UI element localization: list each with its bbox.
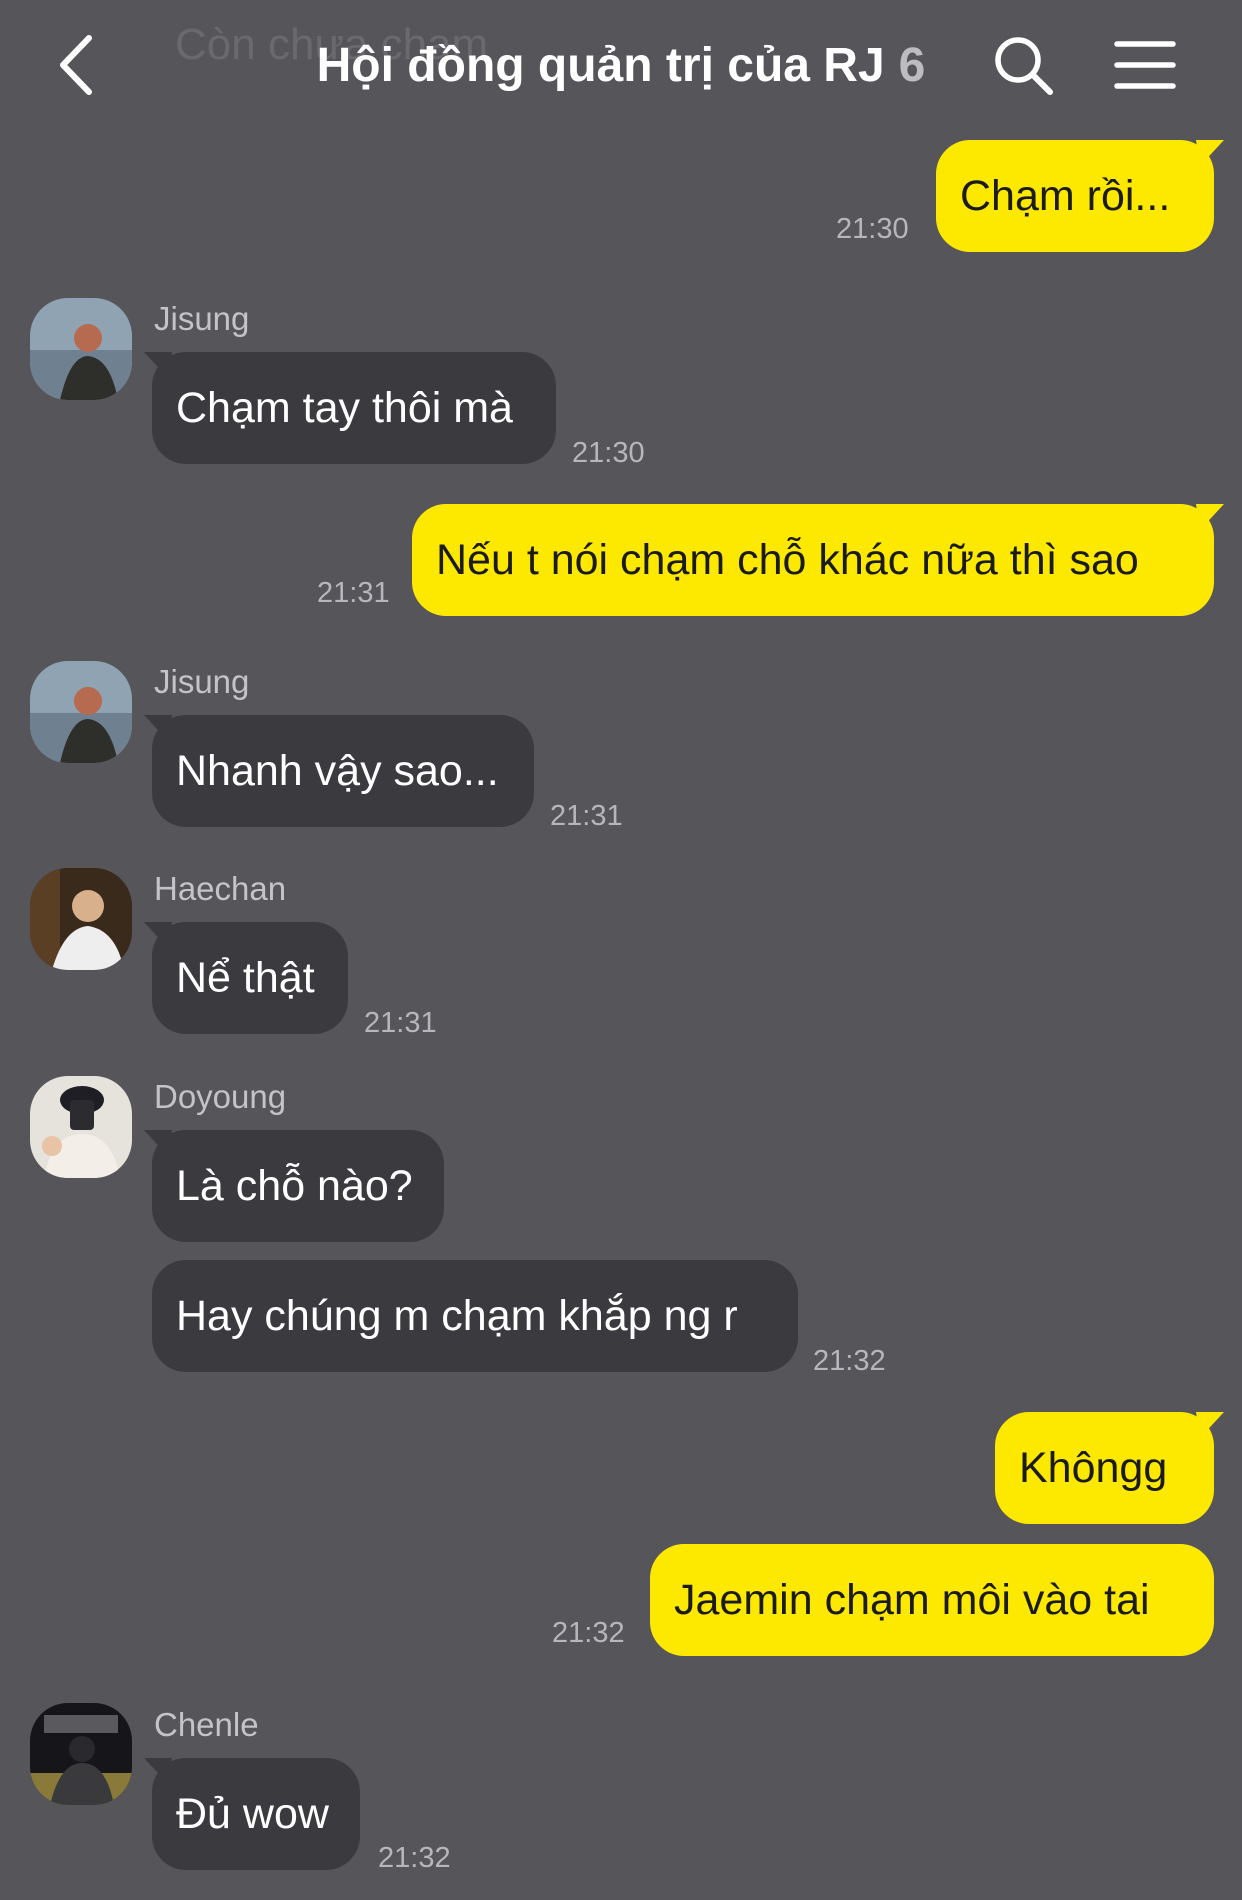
- message-time: 21:31: [364, 1007, 437, 1039]
- bubble-tail: [1196, 504, 1224, 530]
- avatar-photo: [30, 868, 132, 970]
- incoming-message-bubble[interactable]: Nhanh vậy sao...: [152, 715, 534, 827]
- outgoing-message-bubble[interactable]: Chạm rồi...: [936, 140, 1214, 252]
- sender-name: Doyoung: [154, 1078, 287, 1115]
- message-time: 21:32: [378, 1842, 451, 1874]
- incoming-message-bubble[interactable]: Chạm tay thôi mà: [152, 352, 556, 464]
- outgoing-message-bubble[interactable]: Nếu t nói chạm chỗ khác nữa thì sao: [412, 504, 1214, 616]
- avatar-photo: [30, 298, 132, 400]
- incoming-message-bubble[interactable]: Hay chúng m chạm khắp ng r: [152, 1260, 798, 1372]
- chat-title-text: Hội đồng quản trị của RJ: [316, 39, 885, 92]
- avatar-doyoung[interactable]: [30, 1076, 132, 1178]
- message-time: 21:31: [550, 800, 623, 832]
- message-text: Nể thật: [176, 954, 315, 1002]
- message-time: 21:32: [813, 1345, 886, 1377]
- sender-name: Chenle: [154, 1706, 259, 1743]
- sender-name: Jisung: [154, 300, 250, 337]
- avatar-haechan[interactable]: [30, 868, 132, 970]
- member-count: 6: [898, 39, 926, 92]
- search-button[interactable]: [992, 34, 1056, 98]
- avatar-chenle[interactable]: [30, 1703, 132, 1805]
- sender-name: Haechan: [154, 870, 287, 907]
- message-text: Chạm rồi...: [960, 172, 1171, 220]
- incoming-message-bubble[interactable]: Đủ wow: [152, 1758, 360, 1870]
- incoming-message-bubble[interactable]: Là chỗ nào?: [152, 1130, 444, 1242]
- message-text: Khôngg: [1019, 1444, 1168, 1492]
- avatar-photo: [30, 1703, 132, 1805]
- avatar-photo: [30, 1076, 132, 1178]
- outgoing-message-bubble[interactable]: Jaemin chạm môi vào tai: [650, 1544, 1214, 1656]
- message-text: Jaemin chạm môi vào tai: [674, 1576, 1150, 1624]
- avatar-jisung[interactable]: [30, 661, 132, 763]
- avatar-jisung[interactable]: [30, 298, 132, 400]
- message-text: Nếu t nói chạm chỗ khác nữa thì sao: [436, 536, 1139, 584]
- message-text: Hay chúng m chạm khắp ng r: [176, 1292, 738, 1340]
- message-text: Nhanh vậy sao...: [176, 747, 499, 795]
- message-time: 21:32: [552, 1617, 625, 1649]
- bubble-tail: [1196, 1412, 1224, 1438]
- message-text: Chạm tay thôi mà: [176, 384, 513, 432]
- message-time: 21:30: [836, 213, 909, 245]
- search-icon: [995, 37, 1053, 95]
- incoming-message-bubble[interactable]: Nể thật: [152, 922, 348, 1034]
- outgoing-message-bubble[interactable]: Khôngg: [995, 1412, 1214, 1524]
- message-text: Là chỗ nào?: [176, 1162, 413, 1210]
- chat-header: Hội đồng quản trị của RJ 6: [0, 0, 1242, 130]
- message-text: Đủ wow: [176, 1790, 329, 1838]
- hamburger-menu-icon: [1114, 41, 1176, 89]
- message-time: 21:30: [572, 437, 645, 469]
- menu-button[interactable]: [1113, 38, 1177, 92]
- avatar-photo: [30, 661, 132, 763]
- sender-name: Jisung: [154, 663, 250, 700]
- message-time: 21:31: [317, 577, 390, 609]
- bubble-tail: [1196, 140, 1224, 166]
